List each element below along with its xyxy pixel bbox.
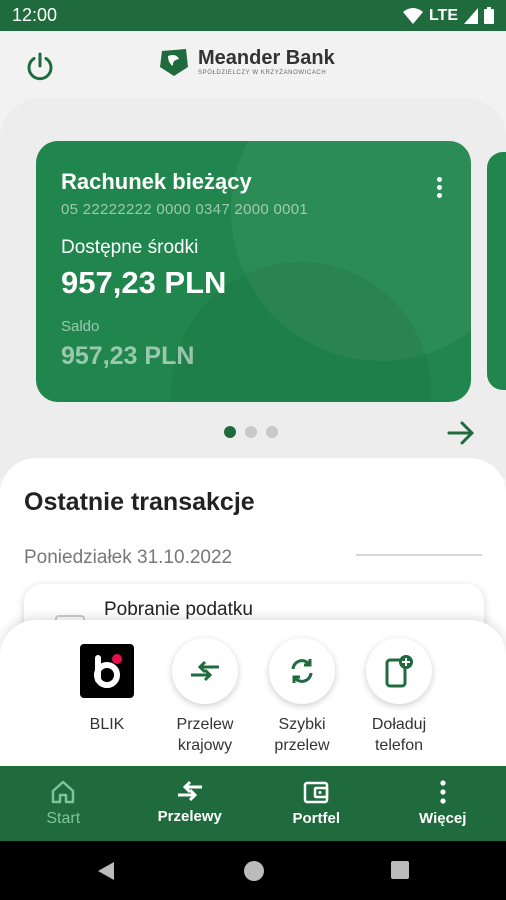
account-menu-icon[interactable] (437, 177, 443, 199)
blik-button[interactable]: BLIK (57, 638, 157, 735)
system-nav-bar (0, 841, 506, 900)
balance-value: 957,23 PLN (61, 342, 195, 370)
home-circle-icon[interactable] (243, 860, 265, 882)
transaction-name: Pobranie podatku (104, 599, 253, 620)
bank-name: Meander Bank (198, 47, 335, 69)
status-time: 12:00 (12, 5, 58, 25)
status-icons: LTE (402, 6, 494, 25)
topup-phone-label: Doładuj telefon (371, 716, 427, 754)
fast-transfer-button[interactable]: Szybki przelew (252, 638, 352, 756)
nav-wallet-label: Portfel (292, 810, 340, 827)
divider (356, 554, 482, 556)
blik-label: BLIK (89, 716, 125, 733)
bank-subtitle: SPÓŁDZIELCZY W KRZYŻANOWICACH (198, 70, 327, 76)
wifi-icon (402, 7, 423, 24)
refresh-icon (291, 659, 313, 683)
topup-phone-button[interactable]: Doładuj telefon (349, 638, 449, 756)
nav-more[interactable]: Więcej (380, 766, 506, 841)
account-card[interactable]: Rachunek bieżący 05 22222222 0000 0347 2… (36, 141, 471, 402)
next-account-card-peek[interactable] (487, 152, 506, 390)
blik-icon (94, 654, 122, 688)
recents-icon[interactable] (390, 860, 410, 880)
nav-start-label: Start (46, 810, 81, 827)
available-funds-label: Dostępne środki (61, 237, 199, 258)
transfer-arrows-icon (191, 660, 219, 682)
wallet-icon (304, 781, 329, 804)
arrow-right-icon[interactable] (446, 418, 476, 448)
carousel-dot[interactable] (245, 426, 257, 438)
balance-label: Saldo (61, 318, 100, 335)
signal-icon (464, 7, 478, 24)
bank-logo-icon (160, 49, 188, 76)
transfer-arrows-icon (177, 780, 202, 802)
nav-more-label: Więcej (419, 810, 467, 827)
fast-transfer-label: Szybki przelew (274, 716, 330, 754)
nav-start[interactable]: Start (0, 766, 127, 841)
battery-icon (484, 7, 494, 24)
blik-logo (80, 644, 134, 698)
carousel-dot[interactable] (266, 426, 278, 438)
transactions-date: Poniedziałek 31.10.2022 (24, 547, 233, 568)
nav-transfers[interactable]: Przelewy (127, 766, 254, 841)
quick-actions-panel: BLIK Przelew krajowy Szybki przelew Doła… (0, 620, 506, 768)
nav-transfers-label: Przelewy (157, 808, 222, 825)
bottom-nav: Start Przelewy Portfel Więcej (0, 766, 506, 841)
account-number: 05 22222222 0000 0347 2000 0001 (61, 201, 309, 218)
phone-add-icon (385, 655, 413, 688)
bank-logo: Meander Bank SPÓŁDZIELCZY W KRZYŻANOWICA… (158, 47, 335, 77)
power-icon (27, 52, 53, 81)
back-icon[interactable] (96, 860, 116, 882)
status-bar: 12:00 LTE (0, 0, 506, 31)
account-name: Rachunek bieżący (61, 169, 252, 194)
carousel-dot[interactable] (224, 426, 236, 438)
more-vertical-icon (440, 780, 446, 804)
network-type: LTE (428, 6, 458, 24)
transactions-title: Ostatnie transakcje (24, 488, 255, 516)
home-icon (52, 780, 75, 804)
domestic-transfer-button[interactable]: Przelew krajowy (155, 638, 255, 756)
nav-wallet[interactable]: Portfel (253, 766, 380, 841)
logout-button[interactable] (22, 49, 58, 85)
carousel-indicator (224, 426, 278, 438)
domestic-transfer-label: Przelew krajowy (176, 716, 234, 754)
available-funds-value: 957,23 PLN (61, 265, 227, 300)
app-header: Meander Bank SPÓŁDZIELCZY W KRZYŻANOWICA… (0, 31, 506, 101)
